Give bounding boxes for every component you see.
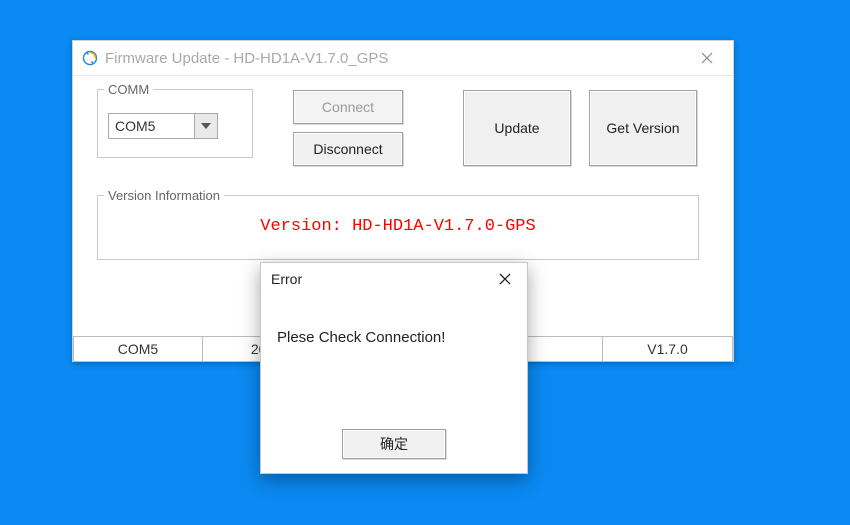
error-button-row: 确定 bbox=[261, 429, 527, 459]
error-ok-button[interactable]: 确定 bbox=[342, 429, 446, 459]
error-message: Plese Check Connection! bbox=[261, 295, 527, 346]
chevron-down-icon bbox=[201, 123, 211, 129]
connect-button: Connect bbox=[293, 90, 403, 124]
com-port-value: COM5 bbox=[109, 118, 194, 134]
titlebar: Firmware Update - HD-HD1A-V1.7.0_GPS bbox=[73, 41, 733, 76]
error-dialog: Error Plese Check Connection! 确定 bbox=[260, 262, 528, 474]
close-icon bbox=[499, 273, 511, 285]
com-port-combo[interactable]: COM5 bbox=[108, 113, 218, 139]
version-string: Version: HD-HD1A-V1.7.0-GPS bbox=[98, 203, 698, 236]
version-info-group: Version Information Version: HD-HD1A-V1.… bbox=[97, 188, 699, 260]
get-version-button[interactable]: Get Version bbox=[589, 90, 697, 166]
window-close-button[interactable] bbox=[687, 44, 727, 72]
status-version: V1.7.0 bbox=[603, 336, 733, 362]
error-close-button[interactable] bbox=[487, 266, 523, 292]
error-title: Error bbox=[271, 271, 487, 287]
error-titlebar: Error bbox=[261, 263, 527, 295]
version-info-legend: Version Information bbox=[104, 188, 224, 203]
comm-group: COMM COM5 bbox=[97, 82, 253, 158]
disconnect-button[interactable]: Disconnect bbox=[293, 132, 403, 166]
status-port: COM5 bbox=[73, 336, 203, 362]
comm-legend: COMM bbox=[104, 82, 153, 97]
window-title: Firmware Update - HD-HD1A-V1.7.0_GPS bbox=[105, 50, 687, 67]
app-icon bbox=[81, 49, 99, 67]
combo-dropdown-button[interactable] bbox=[194, 114, 217, 138]
update-button[interactable]: Update bbox=[463, 90, 571, 166]
close-icon bbox=[701, 52, 713, 64]
